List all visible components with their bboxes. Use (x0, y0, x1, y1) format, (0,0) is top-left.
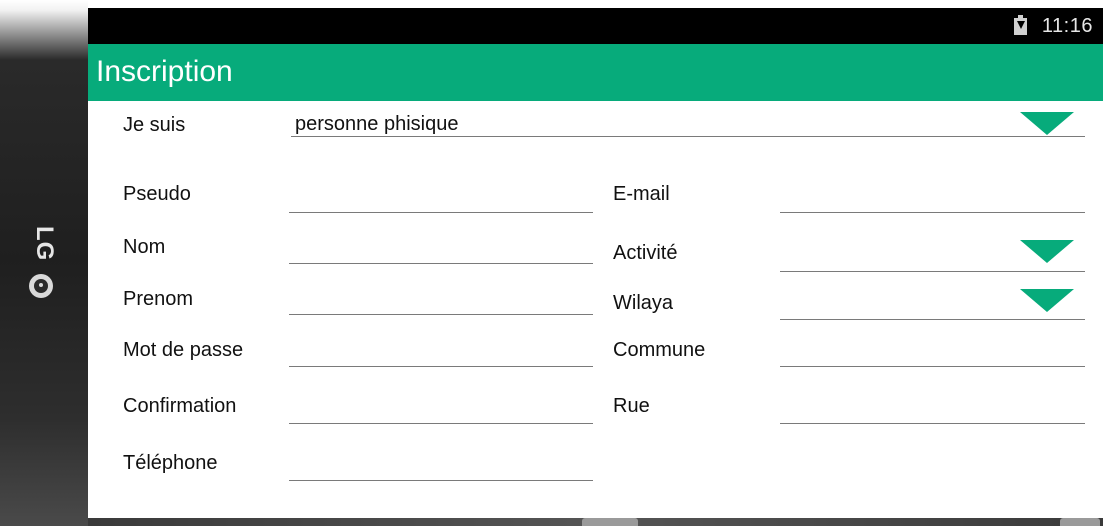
confirmation-label: Confirmation (123, 395, 237, 417)
device-button (1060, 518, 1100, 526)
status-bar: 11:16 (88, 8, 1103, 44)
page-title: Inscription (96, 55, 233, 88)
activite-dropdown-arrow-icon[interactable] (1020, 240, 1074, 263)
je-suis-label: Je suis (123, 114, 186, 136)
telephone-field[interactable] (289, 456, 593, 481)
pseudo-input[interactable] (293, 188, 593, 213)
mot-de-passe-field[interactable] (289, 342, 593, 367)
commune-label: Commune (613, 339, 706, 361)
prenom-field[interactable] (289, 290, 593, 315)
email-field[interactable] (780, 188, 1085, 213)
device-bezel-right (1103, 0, 1113, 526)
mot-de-passe-label: Mot de passe (123, 339, 244, 361)
telephone-input[interactable] (293, 456, 593, 481)
pseudo-label: Pseudo (123, 183, 191, 205)
nom-field[interactable] (289, 239, 593, 264)
nom-input[interactable] (293, 239, 593, 264)
device-bezel-top (88, 0, 1113, 8)
pseudo-field[interactable] (289, 188, 593, 213)
rue-field[interactable] (780, 399, 1085, 424)
app-screen: 11:16 Inscription Je suis personne phisi… (88, 8, 1103, 518)
mot-de-passe-input[interactable] (293, 342, 593, 367)
wilaya-dropdown-arrow-icon[interactable] (1020, 289, 1074, 312)
rue-label: Rue (613, 395, 650, 417)
activite-label: Activité (613, 242, 678, 264)
prenom-input[interactable] (293, 290, 593, 315)
dropdown-arrow-icon[interactable] (1020, 112, 1074, 135)
commune-field[interactable] (780, 342, 1085, 367)
battery-charging-icon (1014, 15, 1027, 35)
device-button (582, 518, 638, 526)
telephone-label: Téléphone (123, 452, 218, 474)
email-input[interactable] (784, 188, 1085, 213)
je-suis-value: personne phisique (295, 113, 459, 135)
confirmation-input[interactable] (293, 399, 593, 424)
wilaya-label: Wilaya (613, 292, 674, 314)
commune-input[interactable] (784, 342, 1085, 367)
action-bar: Inscription (88, 44, 1103, 101)
rue-input[interactable] (784, 399, 1085, 424)
confirmation-field[interactable] (289, 399, 593, 424)
je-suis-spinner[interactable]: personne phisique (291, 112, 1085, 137)
email-label: E-mail (613, 183, 670, 205)
prenom-label: Prenom (123, 288, 194, 310)
device-frame: LG 11:16 Inscription Je suis personne ph… (0, 0, 1113, 526)
status-time: 11:16 (1041, 15, 1093, 37)
lg-logo-icon (29, 274, 53, 298)
nom-label: Nom (123, 236, 166, 258)
